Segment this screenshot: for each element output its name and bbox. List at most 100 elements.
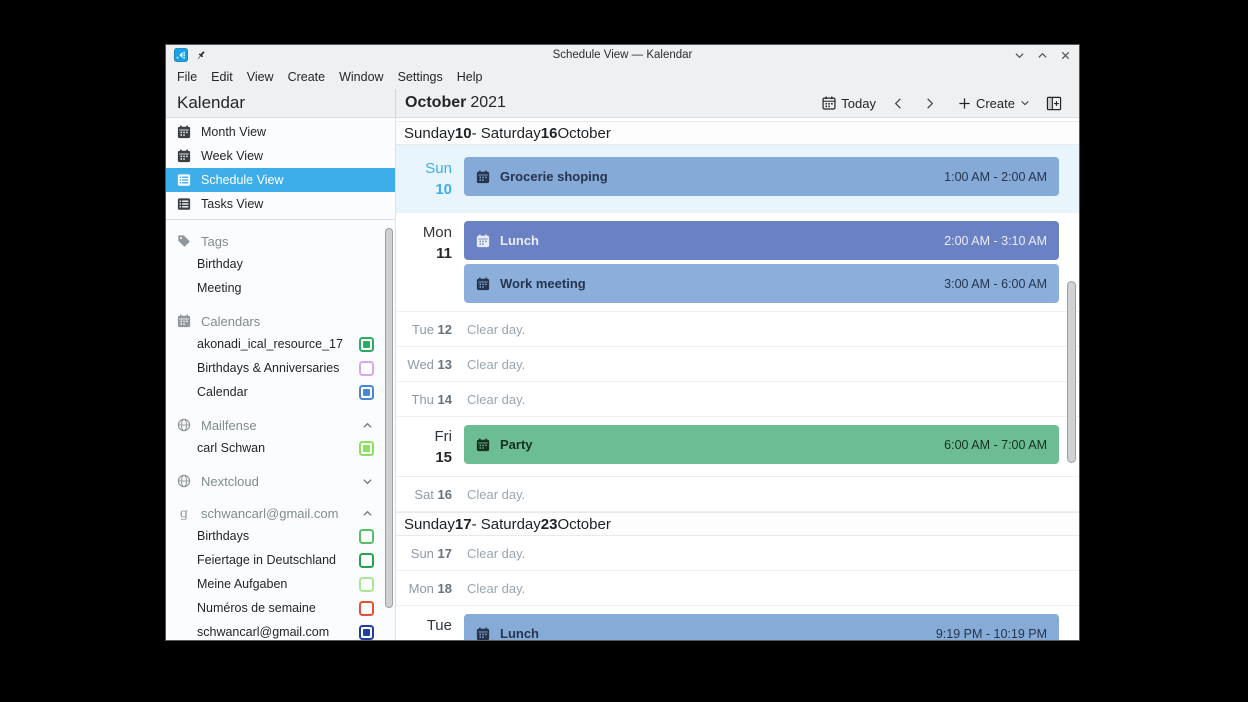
calendar-icon [822, 96, 836, 110]
clear-day-label: Clear day. [467, 321, 526, 337]
next-button[interactable] [916, 94, 943, 113]
calendar-checkbox[interactable] [359, 384, 374, 400]
chevron-up-icon[interactable] [362, 508, 373, 519]
close-button[interactable] [1060, 50, 1071, 61]
previous-button[interactable] [885, 94, 912, 113]
current-year: 2021 [470, 94, 506, 111]
sidebar-item-week-view[interactable]: Week View [166, 144, 395, 168]
calendar-item-meeting[interactable]: Meeting [166, 276, 395, 300]
calendar-item-label: Meeting [197, 281, 242, 295]
schedule-scrollbar[interactable] [1067, 281, 1076, 463]
calendar-checkbox[interactable] [359, 624, 374, 640]
sidebar-item-month-view[interactable]: Month View [166, 120, 395, 144]
pin-icon[interactable] [195, 49, 207, 61]
calendar-item-meine-aufgaben[interactable]: Meine Aufgaben [166, 572, 395, 596]
schedule-view: Sunday 10 - Saturday 16 October Sun 10 Groc… [396, 118, 1079, 640]
event-title: Grocerie shoping [500, 169, 608, 184]
calendar-item-birthdays[interactable]: Birthdays [166, 524, 395, 548]
chevron-down-icon[interactable] [362, 476, 373, 487]
calendar-checkbox[interactable] [359, 552, 374, 568]
calendar-icon [177, 314, 191, 328]
schedule-row-sun-10: Sun 10 Grocerie shoping 1:00 AM - 2:00 AM [396, 145, 1079, 213]
events-column: Lunch 9:19 PM - 10:19 PM [464, 614, 1059, 640]
sidebar-item-tasks-view[interactable]: Tasks View [166, 192, 395, 216]
date-label: Sat 16 [396, 487, 458, 502]
day-number: 19 [396, 636, 452, 640]
calendar-item-label: akonadi_ical_resource_17 [197, 337, 343, 351]
calendar-item-birthdays-anniversaries[interactable]: Birthdays & Anniversaries [166, 356, 395, 380]
calendar-checkbox[interactable] [359, 528, 374, 544]
date-label: Sun 17 [396, 546, 458, 561]
schedule-row-sat-16: Sat 16 Clear day. [396, 477, 1079, 512]
calendar-item-label: Meine Aufgaben [197, 577, 288, 591]
event-time: 9:19 PM - 10:19 PM [935, 626, 1047, 641]
calendar-item-birthday[interactable]: Birthday [166, 252, 395, 276]
calendar-checkbox[interactable] [359, 360, 374, 376]
sidebar-group-header-nextcloud[interactable]: Nextcloud [166, 470, 395, 492]
minimize-button[interactable] [1014, 50, 1025, 61]
menu-file[interactable]: File [170, 67, 204, 87]
chevron-down-icon [1020, 98, 1030, 108]
calendar-item-carl-schwan[interactable]: carl Schwan [166, 436, 395, 460]
event-grocerie-shoping[interactable]: Grocerie shoping 1:00 AM - 2:00 AM [464, 157, 1059, 196]
day-name: Mon [408, 580, 438, 596]
day-number: 13 [437, 356, 452, 372]
calendar-item-label: Numéros de semaine [197, 601, 316, 615]
menu-edit[interactable]: Edit [204, 67, 240, 87]
schedule-row-thu-14: Thu 14 Clear day. [396, 382, 1079, 417]
event-lunch[interactable]: Lunch 2:00 AM - 3:10 AM [464, 221, 1059, 260]
maximize-button[interactable] [1037, 50, 1048, 61]
group-header-label: Calendars [201, 313, 261, 329]
sidebar-group-header-schwancarl-gmail-com[interactable]: g schwancarl@gmail.com [166, 502, 395, 524]
event-title: Work meeting [500, 276, 586, 291]
globe-icon [177, 418, 191, 432]
date-label: Thu 14 [396, 392, 458, 407]
calendar-item-feiertage-in-deutschland[interactable]: Feiertage in Deutschland [166, 548, 395, 572]
day-number: 15 [435, 449, 452, 466]
menu-window[interactable]: Window [332, 67, 390, 87]
list-icon [177, 197, 191, 211]
calendar-checkbox[interactable] [359, 600, 374, 616]
sidebar-group-header-tags[interactable]: Tags [166, 230, 395, 252]
sidebar-item-schedule-view[interactable]: Schedule View [166, 168, 395, 192]
today-button[interactable]: Today [817, 93, 881, 114]
calendar-item-calendar[interactable]: Calendar [166, 380, 395, 404]
calendar-checkbox[interactable] [359, 336, 374, 352]
checkbox-fill [363, 628, 370, 636]
create-button[interactable]: Create [953, 93, 1035, 114]
day-number: 14 [437, 391, 452, 407]
sidebar-scrollbar[interactable] [385, 228, 393, 608]
schedule-row-mon-11: Mon 11 Lunch 2:00 AM - 3:10 AM Work meeting 3… [396, 213, 1079, 312]
calendar-checkbox[interactable] [359, 440, 374, 456]
calendar-item-label: Birthdays & Anniversaries [197, 361, 340, 375]
calendar-item-schwancarl-gmail-com[interactable]: schwancarl@gmail.com [166, 620, 395, 640]
calendar-item-akonadi-ical-resource-17[interactable]: akonadi_ical_resource_17 [166, 332, 395, 356]
calendar-item-label: Calendar [197, 385, 248, 399]
calendar-checkbox[interactable] [359, 576, 374, 592]
calendar-item-label: Birthdays [197, 529, 250, 543]
event-party[interactable]: Party 6:00 AM - 7:00 AM [464, 425, 1059, 464]
event-work-meeting[interactable]: Work meeting 3:00 AM - 6:00 AM [464, 264, 1059, 303]
day-number: 12 [437, 321, 452, 337]
event-title: Lunch [500, 626, 539, 640]
menu-create[interactable]: Create [281, 67, 333, 87]
calendar-item-num-ros-de-semaine[interactable]: Numéros de semaine [166, 596, 395, 620]
day-name: Tue [412, 321, 438, 337]
sidebar-group-header-calendars[interactable]: Calendars [166, 310, 395, 332]
clear-day-label: Clear day. [467, 356, 526, 372]
day-name: Mon [422, 224, 452, 241]
today-label: Today [841, 95, 876, 111]
sidebar-toggle-icon[interactable] [1039, 93, 1069, 114]
menu-view[interactable]: View [240, 67, 281, 87]
chevron-up-icon[interactable] [362, 420, 373, 431]
list-icon [177, 173, 191, 187]
menu-help[interactable]: Help [450, 67, 490, 87]
event-time: 1:00 AM - 2:00 AM [944, 169, 1047, 184]
clear-day-label: Clear day. [467, 391, 526, 407]
clear-day-label: Clear day. [467, 545, 526, 561]
sidebar-group-header-mailfense[interactable]: Mailfense [166, 414, 395, 436]
day-name: Sun [410, 545, 438, 561]
menu-settings[interactable]: Settings [391, 67, 450, 87]
event-lunch[interactable]: Lunch 9:19 PM - 10:19 PM [464, 614, 1059, 640]
checkbox-fill [363, 388, 370, 396]
